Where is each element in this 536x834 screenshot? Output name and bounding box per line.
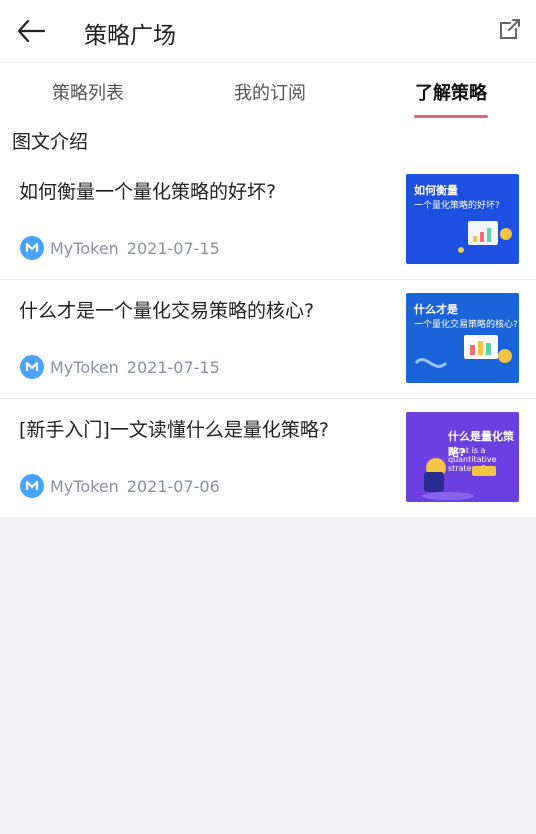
list-item[interactable]: 什么才是一个量化交易策略的核心? MyToken 2021-07-15 什么才是… (0, 280, 536, 399)
article-meta: MyToken 2021-07-06 (20, 474, 220, 498)
article-thumbnail[interactable]: 如何衡量 一个量化策略的好坏? (406, 174, 519, 264)
list-item[interactable]: 如何衡量一个量化策略的好坏? MyToken 2021-07-15 如何衡量 一… (0, 161, 536, 280)
mytoken-logo-icon (20, 236, 44, 260)
mytoken-logo-icon (20, 355, 44, 379)
article-thumbnail[interactable]: 什么才是 一个量化交易策略的核心? (406, 293, 519, 383)
back-arrow-icon[interactable] (16, 18, 46, 44)
article-title: 什么才是一个量化交易策略的核心? (19, 300, 315, 322)
list-item[interactable]: [新手入门]一文读懂什么是量化策略? MyToken 2021-07-06 什么… (0, 399, 536, 517)
empty-area (0, 517, 536, 827)
article-meta: MyToken 2021-07-15 (20, 236, 220, 260)
date: 2021-07-15 (126, 238, 220, 258)
share-icon[interactable] (496, 17, 522, 43)
tab-my-subscriptions[interactable]: 我的订阅 (234, 79, 306, 105)
author: MyToken (50, 357, 119, 377)
active-tab-indicator (414, 115, 488, 118)
article-thumbnail[interactable]: 什么是量化策略? What is a quantitative strategy… (406, 412, 519, 502)
mytoken-logo-icon (20, 474, 44, 498)
article-list: 如何衡量一个量化策略的好坏? MyToken 2021-07-15 如何衡量 一… (0, 161, 536, 517)
author: MyToken (50, 476, 119, 496)
author: MyToken (50, 238, 119, 258)
article-title: [新手入门]一文读懂什么是量化策略? (19, 419, 329, 441)
tab-bar: 策略列表 我的订阅 了解策略 (0, 62, 536, 119)
article-meta: MyToken 2021-07-15 (20, 355, 220, 379)
tab-strategy-list[interactable]: 策略列表 (52, 79, 124, 105)
tab-learn-strategy[interactable]: 了解策略 (415, 79, 487, 105)
date: 2021-07-06 (126, 476, 220, 496)
page-title: 策略广场 (84, 23, 176, 49)
header: 策略广场 (0, 0, 536, 62)
date: 2021-07-15 (126, 357, 220, 377)
section-title: 图文介绍 (0, 119, 536, 161)
top-bar: 策略广场 策略列表 我的订阅 了解策略 (0, 0, 536, 119)
article-title: 如何衡量一个量化策略的好坏? (19, 181, 277, 203)
